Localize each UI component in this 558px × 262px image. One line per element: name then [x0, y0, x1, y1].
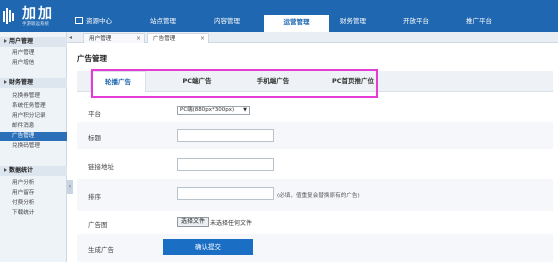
image-label: 广告图 [88, 221, 108, 229]
platform-select[interactable]: PC端(880px*300px) ▼ [177, 106, 250, 115]
caret-right-icon [4, 168, 7, 172]
sort-hint: (必填，值重复会替换原有的广告) [277, 193, 360, 199]
close-icon[interactable]: × [136, 34, 141, 44]
form-row-generate: 生成广告 确认提交 [77, 234, 553, 262]
sidebar-section-stats[interactable]: 数据统计 [0, 166, 67, 176]
title-label: 标题 [88, 134, 101, 142]
sidebar-item-redeem-codes[interactable]: 兑换码管理 [0, 142, 67, 151]
sidebar-item-user-credit[interactable]: 用户增信 [0, 59, 67, 68]
nav-item-sites[interactable]: 站点管理 [150, 10, 176, 32]
nav-item-label: 资源中心 [86, 17, 112, 25]
monitor-icon [75, 17, 83, 24]
sidebar-item-mail[interactable]: 邮件消息 [0, 122, 67, 131]
nav-item-content[interactable]: 内容管理 [214, 10, 240, 32]
sidebar-section-label: 财务管理 [9, 79, 34, 86]
tabs-scroll-left-icon[interactable]: ◂ [69, 32, 72, 43]
form-row-title: 标题 [77, 122, 553, 149]
sidebar-item-user-analysis[interactable]: 用户分析 [0, 179, 67, 188]
sidebar-item-system-tasks[interactable]: 系统任务管理 [0, 102, 67, 111]
sidebar: 用户管理 用户管理 用户增信 财务管理 兑换券管理 系统任务管理 用户积分记录 … [0, 32, 67, 262]
chevron-down-icon: ▼ [243, 107, 247, 113]
sidebar-section-label: 用户管理 [9, 38, 34, 45]
choose-file-button[interactable]: 选择文件 [177, 217, 210, 227]
open-tab-ads[interactable]: 广告管理 × [147, 33, 209, 43]
nav-item-promotion[interactable]: 推广平台 [466, 10, 492, 32]
sort-input[interactable] [177, 187, 274, 200]
form-row-link: 链接地址 [77, 149, 553, 179]
page-title: 广告管理 [77, 54, 107, 63]
platform-label: 平台 [88, 110, 101, 118]
nav-item-finance[interactable]: 财务管理 [340, 10, 366, 32]
form-row-sort: 排序 (必填，值重复会替换原有的广告) [77, 179, 553, 211]
sort-label: 排序 [88, 193, 101, 201]
link-label: 链接地址 [88, 163, 114, 171]
nav-item-operations[interactable]: 运营管理 [264, 15, 329, 32]
sidebar-item-retention[interactable]: 用户留存 [0, 189, 67, 198]
sidebar-item-downloads[interactable]: 下载统计 [0, 209, 67, 218]
brand-subtitle: 手游联运系统 [22, 22, 49, 27]
link-input[interactable] [177, 158, 274, 171]
generate-label: 生成广告 [88, 246, 114, 254]
form-row-image: 广告图 选择文件 未选择任何文件 [77, 211, 553, 234]
sidebar-item-payment-analysis[interactable]: 付费分析 [0, 199, 67, 208]
nav-item-resources[interactable]: 资源中心 [75, 10, 112, 32]
open-tab-label: 广告管理 [153, 36, 176, 42]
sidebar-section-label: 数据统计 [9, 167, 34, 174]
sidebar-item-ads[interactable]: 广告管理 [0, 132, 67, 141]
caret-right-icon [4, 39, 7, 43]
close-icon[interactable]: × [200, 34, 205, 44]
brand: 加加 手游联运系统 [0, 0, 65, 32]
sidebar-item-coupons[interactable]: 兑换券管理 [0, 92, 67, 101]
title-input[interactable] [177, 129, 274, 142]
sidebar-section-users[interactable]: 用户管理 [0, 37, 67, 47]
highlight-annotation [91, 69, 378, 98]
form-row-platform: 平台 PC端(880px*300px) ▼ [77, 100, 553, 122]
sidebar-section-finance[interactable]: 财务管理 [0, 78, 67, 88]
platform-select-value: PC端(880px*300px) [180, 107, 235, 113]
file-status: 未选择任何文件 [210, 220, 253, 227]
open-tab-users[interactable]: 用户管理 × [83, 33, 145, 43]
sidebar-item-user-management[interactable]: 用户管理 [0, 49, 67, 58]
sidebar-item-points-log[interactable]: 用户积分记录 [0, 112, 67, 121]
logo-icon [3, 8, 14, 24]
open-tabs-bar: ◂ 用户管理 × 广告管理 × [67, 32, 558, 43]
brand-name: 加加 [22, 6, 54, 22]
nav-item-open-platform[interactable]: 开放平台 [403, 10, 429, 32]
open-tab-label: 用户管理 [89, 36, 112, 42]
caret-right-icon [4, 80, 7, 84]
submit-button[interactable]: 确认提交 [163, 239, 253, 255]
top-bar: 加加 手游联运系统 资源中心 站点管理 内容管理 运营管理 财务管理 开放平台 … [0, 0, 558, 32]
